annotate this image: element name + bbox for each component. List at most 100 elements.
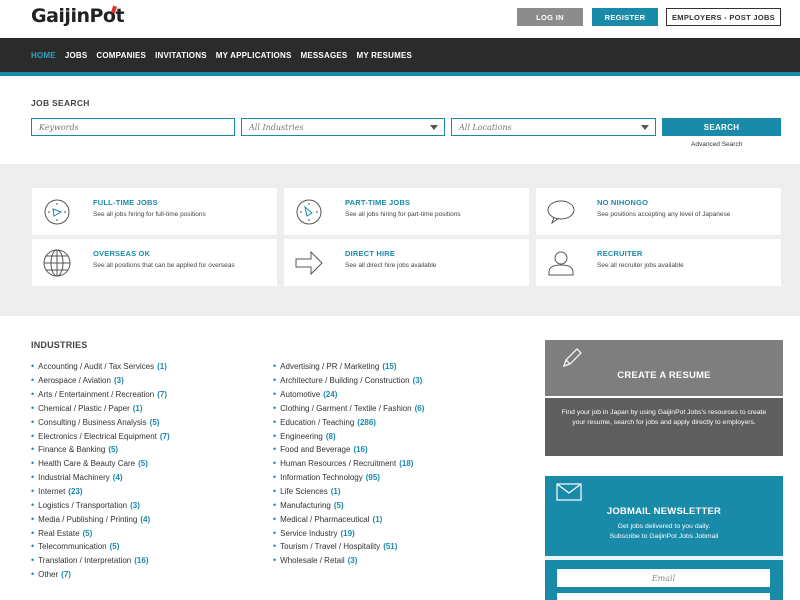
keywords-input[interactable]: Keywords [31,118,235,136]
industry-item[interactable]: • Real Estate (5) [31,526,170,540]
industry-count: (1) [372,514,383,524]
bullet-icon: • [273,472,277,483]
industry-item[interactable]: • Logistics / Transportation (3) [31,498,170,512]
industry-item[interactable]: • Other (7) [31,568,170,582]
newsletter-divider [545,556,783,560]
top-header: GaijinPo t LOG IN REGISTER EMPLOYERS - PO… [0,0,800,38]
bullet-icon: • [273,389,277,400]
industries-select[interactable]: All Industries [241,118,445,136]
bullet-icon: • [273,402,277,413]
login-button[interactable]: LOG IN [517,8,583,26]
industry-count: (8) [325,431,336,441]
nav-invitations[interactable]: INVITATIONS [155,51,207,60]
industry-count: (24) [323,390,338,400]
search-button[interactable]: SEARCH [662,118,781,136]
bullet-icon: • [31,527,35,538]
category-direct-hire[interactable]: DIRECT HIRE See all direct hire jobs ava… [284,239,529,286]
industry-label: Information Technology [280,473,363,483]
industry-count: (51) [383,542,398,552]
industry-item[interactable]: • Automotive (24) [273,388,424,402]
industry-count: (5) [138,459,148,469]
category-desc: See all direct hire jobs available [345,262,437,269]
industry-item[interactable]: • Advertising / PR / Marketing (15) [273,360,424,374]
bullet-icon: • [31,416,35,427]
industry-label: Media / Publishing / Printing [38,514,138,524]
industry-item[interactable]: • Accounting / Audit / Tax Services (1) [31,360,170,374]
category-overseas-ok[interactable]: OVERSEAS OK See all positions that can b… [32,239,277,286]
nav-jobs[interactable]: JOBS [65,51,88,60]
email-placeholder: Email [651,573,676,583]
register-button[interactable]: REGISTER [592,8,658,26]
industry-item[interactable]: • Chemical / Plastic / Paper (1) [31,402,170,416]
industry-item[interactable]: • Manufacturing (5) [273,498,424,512]
bullet-icon: • [31,389,35,400]
industry-count: (16) [134,556,149,566]
industry-item[interactable]: • Industrial Machinery (4) [31,471,170,485]
newsletter-desc-line2: Subscribe to GaijinPot Jobs Jobmail [609,533,719,540]
create-resume-box[interactable]: CREATE A RESUME Find your job in Japan b… [545,340,783,456]
industries-column-1: • Accounting / Audit / Tax Services (1) • Ae… [31,360,170,582]
category-title: RECRUITER [597,249,643,258]
bullet-icon: • [273,375,277,386]
main-nav: HOME JOBS COMPANIES INVITATIONS MY APPLI… [0,38,800,76]
industry-count: (7) [61,570,71,580]
bullet-icon: • [31,430,35,441]
category-part-time[interactable]: PART-TIME JOBS See all jobs hiring for p… [284,188,529,235]
industries-value: All Industries [249,122,304,132]
industry-item[interactable]: • Human Resources / Recruitment (18) [273,457,424,471]
industry-item[interactable]: • Information Technology (95) [273,471,424,485]
bullet-icon: • [31,472,35,483]
nav-companies[interactable]: COMPANIES [96,51,146,60]
industry-item[interactable]: • Medical / Pharmaceutical (1) [273,512,424,526]
industry-count: (3) [130,500,140,510]
industry-item[interactable]: • Architecture / Building / Construction(… [273,374,424,388]
industry-item[interactable]: • Wholesale / Retail (3) [273,554,424,568]
industry-item[interactable]: • Health Care & Beauty Care (5) [31,457,170,471]
nav-my-applications[interactable]: MY APPLICATIONS [216,51,292,60]
industry-item[interactable]: • Consulting / Business Analysis (5) [31,415,170,429]
industry-item[interactable]: • Tourism / Travel / Hospitality (51) [273,540,424,554]
industry-item[interactable]: • Internet (23) [31,485,170,499]
category-recruiter[interactable]: RECRUITER See all recruiter jobs availab… [536,239,781,286]
category-no-nihongo[interactable]: NO NIHONGO See positions accepting any l… [536,188,781,235]
arrow-right-icon [295,250,323,276]
industry-item[interactable]: • Aerospace / Aviation (3) [31,374,170,388]
industry-item[interactable]: • Education / Teaching (286) [273,415,424,429]
industry-label: Clothing / Garment / Textile / Fashion [280,403,412,413]
nav-messages[interactable]: MESSAGES [301,51,348,60]
bullet-icon: • [273,513,277,524]
newsletter-second-input[interactable] [557,593,770,600]
industry-item[interactable]: • Service Industry (19) [273,526,424,540]
industry-label: Tourism / Travel / Hospitality [280,542,381,552]
bullet-icon: • [273,458,277,469]
globe-icon [43,249,71,277]
locations-value: All Locations [459,122,512,132]
industry-count: (5) [333,500,344,510]
industry-item[interactable]: • Translation / Interpretation (16) [31,554,170,568]
nav-home[interactable]: HOME [31,51,56,60]
industry-item[interactable]: • Food and Beverage (16) [273,443,424,457]
industry-item[interactable]: • Life Sciences (1) [273,485,424,499]
industry-item[interactable]: • Arts / Entertainment / Recreation (7) [31,388,170,402]
industry-label: Automotive [280,390,321,400]
bullet-icon: • [31,541,35,552]
nav-my-resumes[interactable]: MY RESUMES [356,51,412,60]
industry-count: (4) [140,514,151,524]
industry-item[interactable]: • Media / Publishing / Printing (4) [31,512,170,526]
industry-item[interactable]: • Telecommunication (5) [31,540,170,554]
advanced-search-link[interactable]: Advanced Search [691,141,742,148]
category-title: PART-TIME JOBS [345,198,411,207]
industry-item[interactable]: • Clothing / Garment / Textile / Fashion(… [273,402,424,416]
pencil-icon [563,348,582,367]
locations-select[interactable]: All Locations [451,118,656,136]
industry-item[interactable]: • Engineering (8) [273,429,424,443]
industry-item[interactable]: • Electronics / Electrical Equipment (7) [31,429,170,443]
industry-label: Life Sciences [280,487,328,497]
job-search-title: JOB SEARCH [31,98,90,108]
industry-item[interactable]: • Finance & Banking (5) [31,443,170,457]
industry-label: Electronics / Electrical Equipment [38,431,157,441]
employers-post-jobs-button[interactable]: EMPLOYERS - POST JOBS [666,8,781,26]
newsletter-email-input[interactable]: Email [557,569,770,587]
category-full-time[interactable]: FULL-TIME JOBS See all jobs hiring for f… [32,188,277,235]
gaijinpot-logo[interactable]: GaijinPo t [31,5,125,27]
